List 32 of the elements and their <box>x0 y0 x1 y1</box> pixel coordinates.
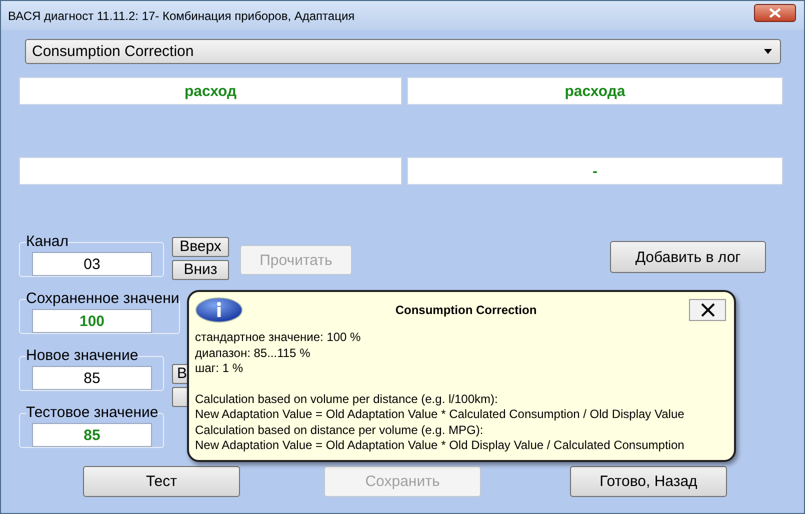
action-button[interactable]: Готово, Назад <box>570 466 727 497</box>
new-value-field[interactable]: 85 <box>32 366 152 390</box>
down-button[interactable]: Вниз <box>172 260 229 280</box>
close-icon <box>700 303 714 317</box>
tooltip-text: New Adaptation Value = Old Adaptation Value * Old Display Value / Calculated Consumption <box>195 438 686 454</box>
close-button[interactable] <box>754 4 796 22</box>
channel-field[interactable]: 03 <box>32 252 152 276</box>
tooltip-title: Consumption Correction <box>394 303 538 317</box>
close-icon <box>769 8 781 18</box>
action-button[interactable]: Тест <box>83 466 240 497</box>
tooltip-text: New Adaptation Value = Old Adaptation Value * Calculated Consumption / Old Display Value <box>195 407 686 422</box>
caret-icon <box>764 49 772 54</box>
dropdown[interactable]: Consumption Correction <box>25 39 781 64</box>
saved-value-field: 100 <box>32 309 152 333</box>
tooltip-text: стандартное значение: 100 % <box>195 330 362 346</box>
test-value-field: 85 <box>32 423 152 447</box>
info-icon <box>195 297 243 323</box>
up-button[interactable]: Вверх <box>172 237 229 257</box>
group-label: Тестовое значение <box>26 406 158 420</box>
tooltip-text: шаг: 1 % <box>195 361 244 376</box>
value-field: расход <box>19 77 402 105</box>
group-label: Новое значение <box>26 349 138 363</box>
window-title: ВАСЯ диагност 11.11.2: 17- Комбинация приборов, Адаптация <box>8 8 356 22</box>
value-field: - <box>407 157 783 185</box>
log-button[interactable]: Добавить в лог <box>610 241 766 273</box>
tooltip-text: Calculation based on distance per volume (e.g. MPG): <box>195 422 484 438</box>
value-field: расхода <box>407 77 783 105</box>
tooltip-text: диапазон: 85...115 % <box>195 346 312 361</box>
group-label: Канал <box>26 235 68 249</box>
close-button[interactable] <box>689 299 726 321</box>
tooltip-text: Calculation based on volume per distance (e.g. l/100km): <box>195 392 499 407</box>
group-label: Сохраненное значени <box>26 292 180 306</box>
